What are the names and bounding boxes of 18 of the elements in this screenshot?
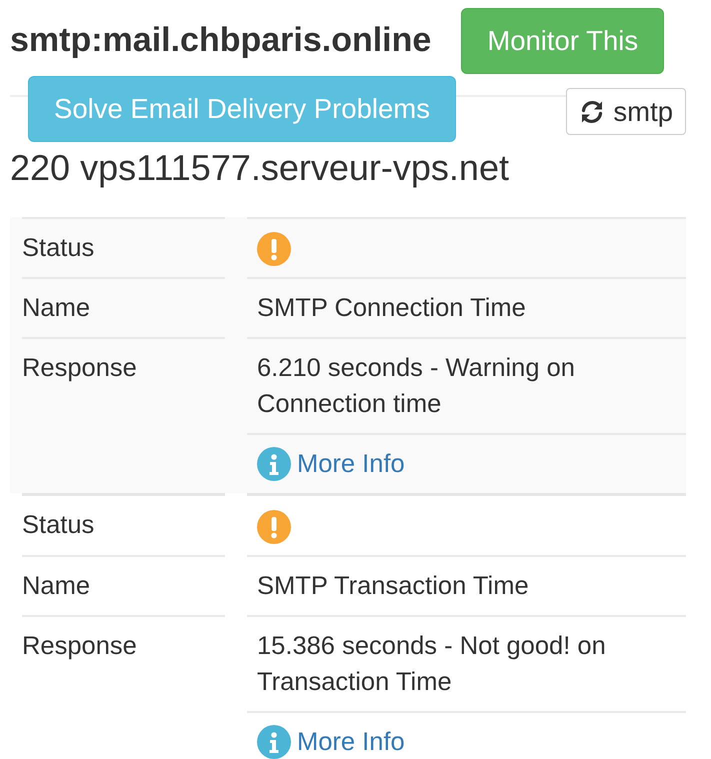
check-name: SMTP Transaction Time xyxy=(247,554,686,615)
status-label: Status xyxy=(22,493,225,555)
check-name: SMTP Connection Time xyxy=(247,277,686,338)
refresh-smtp-button[interactable]: smtp xyxy=(566,88,686,135)
response-text: 15.386 seconds - Not good! on Transaction Time xyxy=(247,614,686,711)
server-greeting-title: 220 vps111577.serveur-vps.net xyxy=(10,148,510,188)
status-label: Status xyxy=(22,217,225,278)
name-label: Name xyxy=(22,277,225,338)
more-info-link[interactable]: More Info xyxy=(297,446,405,482)
monitor-this-button[interactable]: Monitor This xyxy=(461,8,664,74)
name-label: Name xyxy=(22,554,225,615)
response-label: Response xyxy=(22,337,225,494)
response-text: 6.210 seconds - Warning on Connection time xyxy=(247,337,686,434)
info-icon xyxy=(257,447,291,482)
page-title: smtp:mail.chbparis.online xyxy=(10,22,432,60)
more-info-link[interactable]: More Info xyxy=(297,724,405,759)
info-icon xyxy=(257,724,291,759)
response-label: Response xyxy=(22,614,225,759)
